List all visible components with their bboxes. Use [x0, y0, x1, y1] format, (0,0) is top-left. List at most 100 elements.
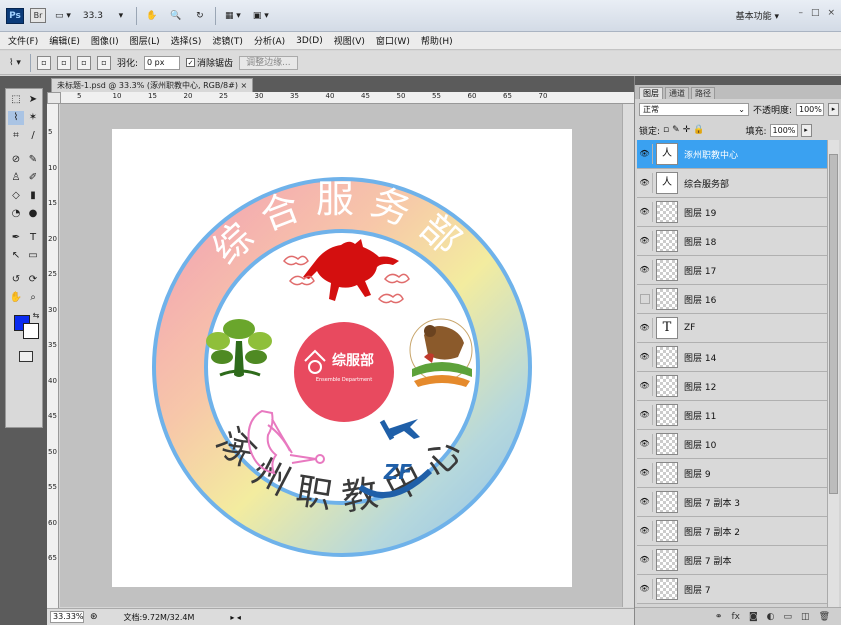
- layer-style-icon[interactable]: fx: [731, 612, 740, 622]
- brush-tool-icon[interactable]: ✎: [25, 153, 41, 167]
- background-color-swatch[interactable]: [23, 323, 39, 339]
- eye-icon[interactable]: 👁: [637, 492, 653, 512]
- link-layers-icon[interactable]: ⚭: [715, 612, 723, 622]
- layer-row[interactable]: 👁 图层 7 副本: [637, 546, 827, 575]
- status-menu-icon[interactable]: ⊛: [90, 612, 98, 622]
- layers-scroll-thumb[interactable]: [829, 154, 838, 494]
- zoom-tool-icon[interactable]: 🔍: [167, 7, 185, 25]
- magic-wand-icon[interactable]: ✶: [25, 111, 41, 125]
- lock-all-icon[interactable]: 🔒: [693, 125, 704, 135]
- zoom-dropdown-arrow-icon[interactable]: ▾: [112, 7, 130, 25]
- tab-layers[interactable]: 图层: [639, 87, 663, 99]
- marquee-tool-icon[interactable]: ⬚: [8, 93, 24, 107]
- maximize-button[interactable]: □: [811, 8, 820, 18]
- layer-row[interactable]: 👁 图层 12: [637, 372, 827, 401]
- 3d-orbit-icon[interactable]: ⟳: [25, 273, 41, 287]
- new-group-icon[interactable]: ▭: [784, 612, 793, 622]
- antialias-checkbox[interactable]: ✓ 消除锯齿: [186, 56, 233, 69]
- layer-row[interactable]: 👁 图层 7: [637, 575, 827, 604]
- eye-icon[interactable]: 👁: [637, 550, 653, 570]
- lock-position-icon[interactable]: ✛: [683, 125, 691, 135]
- close-tab-icon[interactable]: ×: [241, 81, 248, 90]
- layer-row[interactable]: 👁 人综合服务部: [637, 169, 827, 198]
- menu-image[interactable]: 图像(I): [91, 34, 119, 47]
- menu-file[interactable]: 文件(F): [8, 34, 38, 47]
- blend-mode-select[interactable]: 正常 ⌄: [639, 102, 749, 116]
- layer-row[interactable]: 👁 T ZF: [637, 314, 827, 343]
- layer-row[interactable]: 👁 图层 10: [637, 430, 827, 459]
- tab-paths[interactable]: 路径: [691, 87, 715, 99]
- eye-icon[interactable]: 👁: [637, 434, 653, 454]
- pen-tool-icon[interactable]: ✒: [8, 231, 24, 245]
- lasso-preset-icon[interactable]: ⌇ ▾: [6, 54, 24, 72]
- eye-icon[interactable]: 👁: [637, 521, 653, 541]
- vertical-ruler[interactable]: 5 10 15 20 25 30 35 40 45 50 55 60 65: [47, 104, 59, 608]
- layer-row[interactable]: 👁 图层 17: [637, 256, 827, 285]
- bridge-button[interactable]: Br: [30, 8, 46, 23]
- eraser-icon[interactable]: ◇: [8, 189, 24, 203]
- eye-icon[interactable]: 👁: [637, 463, 653, 483]
- type-tool-icon[interactable]: T: [25, 231, 41, 245]
- add-selection-icon[interactable]: ▫: [57, 55, 71, 70]
- 3d-rotate-icon[interactable]: ↺: [8, 273, 24, 287]
- eye-icon[interactable]: 👁: [637, 318, 653, 338]
- feather-input[interactable]: 0 px: [144, 55, 181, 70]
- menu-help[interactable]: 帮助(H): [421, 34, 453, 47]
- shape-tool-icon[interactable]: ▭: [25, 249, 41, 263]
- layer-row[interactable]: 👁 图层 14: [637, 343, 827, 372]
- crop-tool-icon[interactable]: ⌗: [8, 129, 24, 143]
- menu-window[interactable]: 窗口(W): [376, 34, 410, 47]
- opacity-slider-arrow-icon[interactable]: ▸: [828, 102, 839, 116]
- eye-icon[interactable]: 👁: [637, 405, 653, 425]
- canvas-area[interactable]: 综合服务部 涿州职教中心 综服部 Ensemble Department ZF: [60, 104, 622, 607]
- opacity-input[interactable]: 100%: [796, 102, 824, 116]
- arrange-documents-icon[interactable]: ▦ ▾: [222, 7, 244, 25]
- hand-tool-icon[interactable]: ✋: [143, 7, 161, 25]
- subtract-selection-icon[interactable]: ▫: [77, 55, 91, 70]
- lasso-tool-icon[interactable]: ⌇: [8, 111, 24, 125]
- screen-layout-icon[interactable]: ▭ ▾: [52, 7, 74, 25]
- layer-row[interactable]: 👁 图层 7 副本 2: [637, 517, 827, 546]
- canvas-vertical-scrollbar[interactable]: [622, 104, 634, 607]
- menu-view[interactable]: 视图(V): [334, 34, 365, 47]
- menu-filter[interactable]: 滤镜(T): [212, 34, 243, 47]
- quick-mask-icon[interactable]: [19, 351, 33, 362]
- intersect-selection-icon[interactable]: ▫: [97, 55, 111, 70]
- status-popup-arrow-icon[interactable]: ▸ ◂: [230, 613, 241, 622]
- eye-icon[interactable]: 👁: [637, 173, 653, 193]
- layer-row[interactable]: 👁 图层 11: [637, 401, 827, 430]
- eye-icon[interactable]: 👁: [637, 231, 653, 251]
- hidden-visibility-box[interactable]: [637, 289, 653, 309]
- hand-tool-icon[interactable]: ✋: [8, 291, 24, 305]
- dodge-tool-icon[interactable]: ●: [25, 207, 41, 221]
- move-tool-icon[interactable]: ➤: [25, 93, 41, 107]
- rotate-view-icon[interactable]: ↻: [191, 7, 209, 25]
- gradient-tool-icon[interactable]: ▮: [25, 189, 41, 203]
- layer-row[interactable]: 👁 图层 9: [637, 459, 827, 488]
- zoom-tool-icon[interactable]: ⌕: [25, 291, 41, 305]
- new-layer-icon[interactable]: ◫: [801, 612, 810, 622]
- menu-select[interactable]: 选择(S): [171, 34, 202, 47]
- fill-slider-arrow-icon[interactable]: ▸: [800, 123, 812, 137]
- path-selection-icon[interactable]: ↖: [8, 249, 24, 263]
- screen-mode-icon[interactable]: ▣ ▾: [250, 7, 272, 25]
- eye-icon[interactable]: 👁: [637, 144, 653, 164]
- eyedropper-icon[interactable]: /: [25, 129, 41, 143]
- zoom-input[interactable]: 33.33%: [50, 611, 84, 623]
- layer-row[interactable]: 👁 人涿州职教中心: [637, 140, 827, 169]
- horizontal-ruler[interactable]: 5 10 15 20 25 30 35 40 45 50 55 60 65 70: [61, 92, 634, 104]
- history-brush-icon[interactable]: ✐: [25, 171, 41, 185]
- delete-layer-icon[interactable]: 🗑: [819, 612, 830, 622]
- eye-icon[interactable]: 👁: [637, 347, 653, 367]
- layers-scrollbar[interactable]: [827, 140, 839, 607]
- refine-edge-button[interactable]: 调整边缘...: [239, 55, 298, 70]
- blur-tool-icon[interactable]: ◔: [8, 207, 24, 221]
- layer-row[interactable]: 👁 图层 18: [637, 227, 827, 256]
- fill-input[interactable]: 100%: [769, 123, 798, 137]
- lock-paint-icon[interactable]: ✎: [672, 125, 680, 135]
- document-tab[interactable]: 未标题-1.psd @ 33.3% (涿州职教中心, RGB/8#) ×: [51, 78, 254, 92]
- menu-layer[interactable]: 图层(L): [130, 34, 160, 47]
- healing-brush-icon[interactable]: ⊘: [8, 153, 24, 167]
- eye-icon[interactable]: 👁: [637, 376, 653, 396]
- menu-edit[interactable]: 编辑(E): [49, 34, 80, 47]
